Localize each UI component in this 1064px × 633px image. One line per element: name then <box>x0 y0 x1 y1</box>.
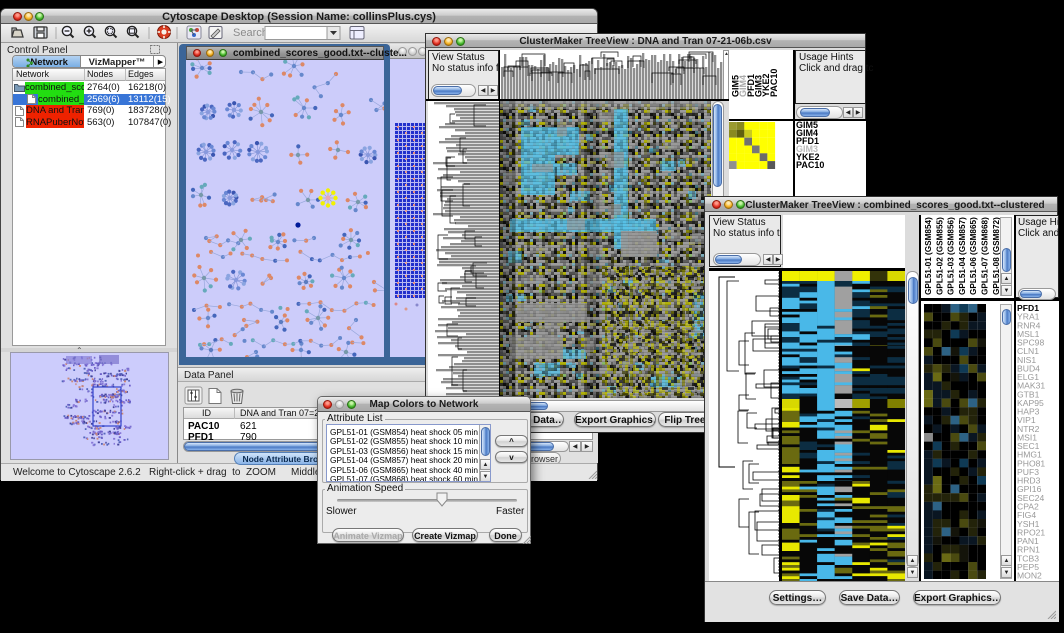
svg-text:PAC10: PAC10 <box>769 69 779 97</box>
svg-text:GPL51-07 (GSM868): GPL51-07 (GSM868) <box>981 217 990 295</box>
svg-text:GPL51-06 (GSM865): GPL51-06 (GSM865) <box>969 217 978 295</box>
svg-text:GPL51-04 (GSM857): GPL51-04 (GSM857) <box>958 217 967 295</box>
svg-text:GPL51-03 (GSM856): GPL51-03 (GSM856) <box>947 217 956 295</box>
svg-text:GPL51-01 (GSM854): GPL51-01 (GSM854) <box>924 217 933 295</box>
svg-text:MON2: MON2 <box>1017 571 1042 581</box>
svg-text:GPL51-02 (GSM855): GPL51-02 (GSM855) <box>935 217 944 295</box>
